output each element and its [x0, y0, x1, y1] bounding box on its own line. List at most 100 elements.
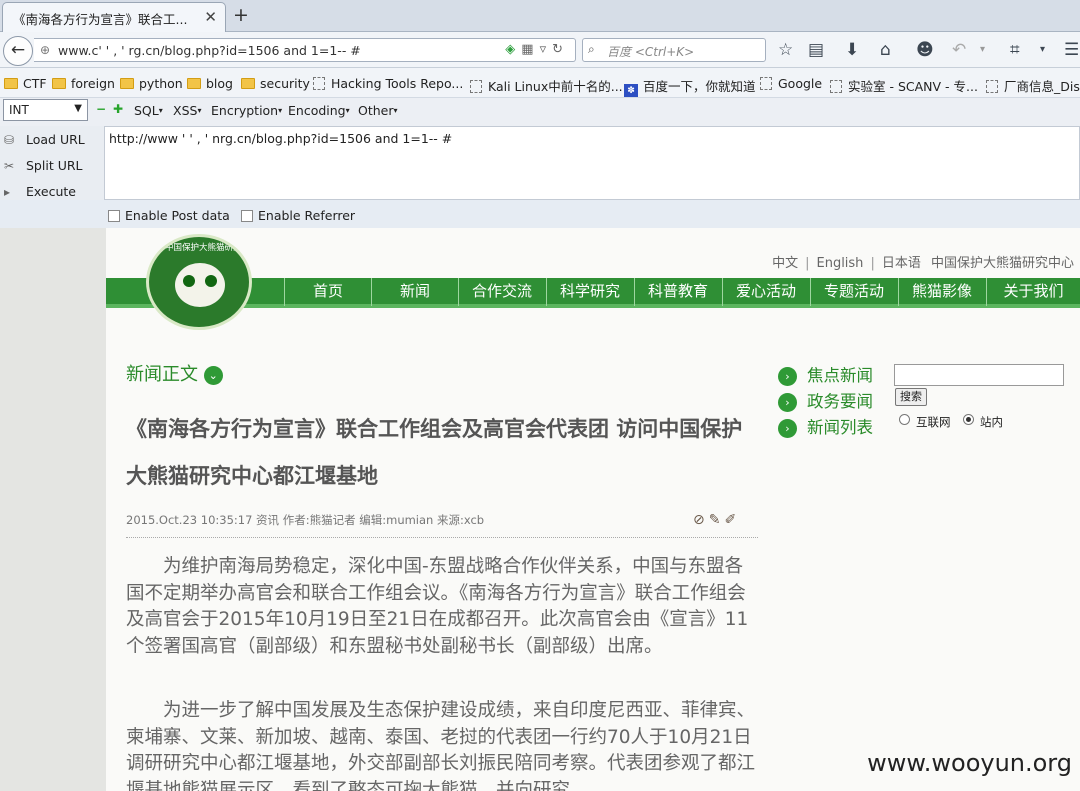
watermark: www.wooyun.org [867, 749, 1072, 777]
nav-cooperation[interactable]: 合作交流 [458, 278, 545, 306]
undo-icon[interactable]: ↶ [952, 40, 966, 60]
bookmark-ctf[interactable]: CTF [4, 76, 47, 91]
undo-dropdown-icon[interactable]: ▾ [980, 44, 985, 55]
post-data-label: Enable Post data [125, 208, 230, 223]
bookmark-label: 实验室 - SCANV - 专... [848, 79, 978, 94]
shield-icon[interactable]: ◈ [505, 42, 521, 57]
bookmark-label: 厂商信息_Disc [1004, 79, 1080, 94]
hackbar-options: Enable Post data Enable Referrer [0, 200, 1080, 228]
play-icon: ▸ [4, 185, 11, 199]
folder-icon [120, 78, 134, 89]
lang-japanese[interactable]: 日本语 [882, 256, 921, 271]
article-paragraph-1: 为维护南海局势稳定，深化中国-东盟战略合作伙伴关系，中国与东盟各国不定期举办高官… [126, 556, 749, 657]
radio-icon [899, 414, 910, 425]
bookmark-security[interactable]: security [241, 76, 310, 91]
radio-internet[interactable]: 互联网 [899, 414, 951, 430]
menu-sql[interactable]: SQL▾ [134, 103, 163, 118]
checkbox-icon [241, 210, 253, 222]
bookmark-python[interactable]: python [120, 76, 183, 91]
increase-icon[interactable]: ✚ [113, 102, 123, 116]
chevron-right-icon: › [778, 367, 797, 386]
nav-home[interactable]: 首页 [284, 278, 371, 306]
side-link-list[interactable]: › 新闻列表 [778, 414, 898, 438]
site-logo[interactable]: 中国保护大熊猫研究中心 [146, 234, 252, 330]
menu-encoding[interactable]: Encoding▾ [288, 103, 350, 118]
decrease-icon[interactable]: − [96, 102, 106, 116]
bookmark-baidu[interactable]: ✽ 百度一下，你就知道 [624, 76, 756, 97]
menu-icon[interactable]: ☰ [1064, 40, 1079, 60]
bookmark-label: Kali Linux中前十名的... [488, 79, 623, 94]
caret-icon: ▾ [278, 106, 283, 115]
search-icon: ⌕ [588, 42, 595, 56]
print-icon[interactable]: ✎ [709, 512, 725, 528]
menu-encryption[interactable]: Encryption▾ [211, 103, 282, 118]
download-icon[interactable]: ⬇ [845, 40, 859, 60]
chevron-down-icon: ▼ [74, 103, 82, 114]
side-link-focus[interactable]: › 焦点新闻 [778, 362, 898, 386]
site-search-input[interactable] [894, 364, 1064, 386]
reload-icon[interactable]: ↻ [552, 42, 569, 57]
forbid-icon[interactable]: ⊘ [693, 512, 709, 528]
url-bar[interactable]: ⊕ www.c' ' , ' rg.cn/blog.php?id=1506 an… [34, 38, 576, 62]
type-select[interactable]: INT ▼ [3, 99, 88, 121]
execute-button[interactable]: ▸ Execute [4, 184, 76, 199]
site-page: 中文 | English | 日本语 中国保护大熊猫研究中心 首页 新闻 合作交流 科学… [106, 228, 1080, 791]
bookmark-scanv[interactable]: 实验室 - SCANV - 专... [830, 76, 978, 95]
bookmark-vendor-info[interactable]: 厂商信息_Disc [986, 76, 1080, 95]
side-link-government[interactable]: › 政务要闻 [778, 388, 898, 412]
bookmark-foreign[interactable]: foreign [52, 76, 115, 91]
folder-icon [241, 78, 255, 89]
chat-icon[interactable]: ☻ [916, 40, 934, 60]
bookmark-label: 百度一下，你就知道 [643, 79, 756, 94]
url-text[interactable]: www.c' ' , ' rg.cn/blog.php?id=1506 and … [58, 43, 361, 58]
menu-xss[interactable]: XSS▾ [173, 103, 201, 118]
chevron-right-icon: › [778, 393, 797, 412]
baidu-paw-icon: ✽ [624, 84, 638, 97]
crop-dropdown-icon[interactable]: ▾ [1040, 44, 1045, 55]
bookmark-label: Google [778, 76, 823, 91]
section-title: 新闻正文 ⌄ [126, 360, 223, 386]
page-icon [830, 80, 842, 93]
nav-images[interactable]: 熊猫影像 [898, 278, 985, 306]
nav-about[interactable]: 关于我们 [986, 278, 1080, 306]
radio-site[interactable]: 站内 [963, 414, 1003, 430]
nav-charity[interactable]: 爱心活动 [722, 278, 809, 306]
home-icon[interactable]: ⌂ [880, 40, 891, 60]
post-data-checkbox[interactable]: Enable Post data [108, 208, 230, 223]
bookmark-blog[interactable]: blog [187, 76, 233, 91]
referrer-label: Enable Referrer [258, 208, 356, 223]
lang-english[interactable]: English [816, 256, 863, 271]
bookmark-hacking-tools[interactable]: Hacking Tools Repo... [313, 76, 463, 91]
edit-icon[interactable]: ✐ [724, 512, 740, 528]
hackbar-url-textarea[interactable]: http://www ' ' , ' nrg.cn/blog.php?id=15… [104, 126, 1080, 200]
nav-events[interactable]: 专题活动 [810, 278, 897, 306]
crop-icon[interactable]: ⌗ [1010, 40, 1020, 60]
caret-icon: ▾ [158, 106, 163, 115]
url-bar-icons: ◈▦▿↻ [505, 42, 569, 57]
execute-label: Execute [26, 184, 76, 199]
hackbar-actions: ⛁ Load URL ✂ Split URL ▸ Execute [0, 126, 104, 200]
dropdown-icon[interactable]: ▿ [540, 42, 553, 57]
new-tab-button[interactable]: + [233, 4, 249, 26]
nav-education[interactable]: 科普教育 [634, 278, 721, 306]
menu-label: XSS [173, 103, 198, 118]
site-search-button[interactable]: 搜索 [895, 388, 927, 406]
bookmark-kali[interactable]: Kali Linux中前十名的... [470, 76, 623, 95]
split-url-button[interactable]: ✂ Split URL [4, 158, 83, 173]
side-link-label: 新闻列表 [807, 418, 873, 437]
reading-list-icon[interactable]: ▤ [808, 40, 824, 60]
hackbar-toolbar: INT ▼ − ✚ SQL▾ XSS▾ Encryption▾ Encoding… [0, 98, 1080, 126]
qr-code-icon[interactable]: ▦ [521, 42, 539, 57]
lang-chinese[interactable]: 中文 [772, 256, 798, 271]
tab-active[interactable]: 《南海各方行为宣言》联合工... ✕ [2, 2, 226, 32]
bookmark-google[interactable]: Google [760, 76, 822, 91]
nav-research[interactable]: 科学研究 [546, 278, 633, 306]
search-bar[interactable]: ⌕ 百度 <Ctrl+K> [582, 38, 766, 62]
bookmark-star-icon[interactable]: ☆ [778, 40, 793, 60]
nav-news[interactable]: 新闻 [371, 278, 458, 306]
referrer-checkbox[interactable]: Enable Referrer [241, 208, 355, 223]
menu-other[interactable]: Other▾ [358, 103, 398, 118]
back-button[interactable]: ← [3, 36, 33, 66]
load-url-button[interactable]: ⛁ Load URL [4, 132, 85, 147]
close-tab-icon[interactable]: ✕ [204, 8, 217, 26]
